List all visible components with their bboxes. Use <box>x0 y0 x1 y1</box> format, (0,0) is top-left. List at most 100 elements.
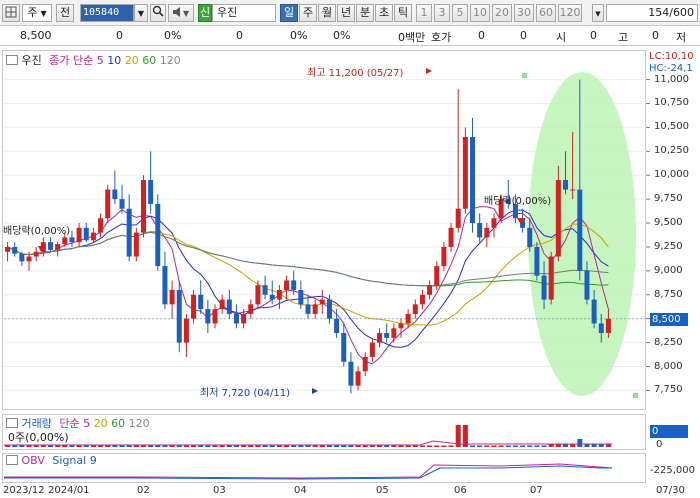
volume-bar <box>205 445 211 447</box>
page-count-field[interactable]: 154/600 <box>606 4 698 22</box>
chart-type-select[interactable]: 주 ▼ <box>22 4 52 22</box>
volume-bar <box>162 445 168 447</box>
candle-body <box>90 232 96 241</box>
candlestick-chart[interactable] <box>0 48 700 412</box>
x-tick-label: 2024/01 <box>48 485 90 496</box>
interval-button[interactable]: 60 <box>536 4 556 22</box>
page-count: 154 <box>648 6 670 19</box>
volume-bar <box>505 445 511 447</box>
obv-chart[interactable] <box>0 452 700 484</box>
quote-value: 0 <box>478 29 485 42</box>
candle-body <box>155 203 161 267</box>
period-tick-button[interactable]: 틱 <box>394 4 412 22</box>
page-total: /600 <box>669 6 694 19</box>
volume-bar <box>305 445 311 447</box>
candle-body <box>484 227 490 238</box>
volume-bar <box>169 445 175 447</box>
interval-button[interactable]: 1 <box>416 4 432 22</box>
volume-pane[interactable]: 거래량 단순 5 20 60 120 0주(0,00%) 0 0 <box>0 413 700 451</box>
interval-button[interactable]: 10 <box>470 4 490 22</box>
candle-body <box>219 299 225 310</box>
candle-body <box>362 356 368 372</box>
credit-badge: 신 <box>198 4 212 22</box>
volume-bar <box>427 445 433 447</box>
volume-bar <box>62 445 68 447</box>
period-year-button[interactable]: 년 <box>337 4 355 22</box>
candle-body <box>148 180 154 204</box>
quote-info-bar: 8,500 0 0% 0 0% 0% 0백만 호가 0 0 시 0 고 0 저 <box>0 26 700 46</box>
candle-body <box>419 294 425 305</box>
period-week-button[interactable]: 주 <box>299 4 317 22</box>
interval-button[interactable]: 5 <box>452 4 468 22</box>
candle-body <box>19 253 25 262</box>
dividend-label: 배당락(0,00%) <box>3 226 71 237</box>
price-change: 0 <box>116 29 123 42</box>
search-icon[interactable] <box>150 4 166 22</box>
grid-icon[interactable] <box>2 4 20 22</box>
volume-bar <box>126 445 132 447</box>
period-month-button[interactable]: 월 <box>318 4 336 22</box>
candle-body <box>162 266 168 305</box>
code-dropdown-button[interactable]: ▼ <box>134 4 148 22</box>
candle-body <box>412 304 418 314</box>
volume-bar <box>284 445 290 447</box>
volume-bar <box>405 445 411 447</box>
volume-bar <box>5 445 11 447</box>
arrow-right-icon <box>426 68 432 74</box>
candle-body <box>269 294 275 300</box>
volume-bar <box>298 445 304 447</box>
candle-body <box>198 294 204 310</box>
candle-body <box>83 227 89 241</box>
candle-body <box>334 318 340 334</box>
chart-type-label: 주 <box>27 6 38 19</box>
chevron-down-icon: ▼ <box>40 9 47 18</box>
high-annotation: 최고 11,200 (05/27) <box>307 68 404 79</box>
candle-body <box>248 304 254 314</box>
price-pane[interactable]: 우진 종가 단순 5 10 20 60 120 LC:10,10 HC:-24,… <box>0 48 700 412</box>
volume-bar <box>183 445 189 447</box>
interval-button[interactable]: 30 <box>514 4 534 22</box>
volume-bar <box>498 445 504 447</box>
prev-button[interactable]: 전 <box>56 4 74 22</box>
interval-button[interactable]: 120 <box>558 4 582 22</box>
candle-body <box>326 299 332 319</box>
period-week-label: 주 <box>302 6 314 19</box>
volume-chart[interactable] <box>0 413 700 451</box>
y-tick-label: 10,750 <box>654 97 689 109</box>
volume-bar <box>248 445 254 447</box>
y-tick-label: 10,500 <box>654 121 689 133</box>
candle-body <box>133 232 139 257</box>
y-tick-label: 9,750 <box>654 193 683 205</box>
volume-bar <box>262 445 268 447</box>
y-tick-label: 9,500 <box>654 217 683 229</box>
candle-body <box>570 189 576 191</box>
volume-bar <box>226 445 232 447</box>
marker-square <box>633 393 638 398</box>
candle-body <box>548 256 554 300</box>
interval-button[interactable]: 3 <box>434 4 450 22</box>
period-minute-button[interactable]: 분 <box>356 4 374 22</box>
interval-label: 10 <box>473 6 487 19</box>
volume-bar <box>384 445 390 447</box>
x-tick-label: 05 <box>376 485 389 496</box>
candle-body <box>398 323 404 329</box>
trading-amount: 0백만 <box>398 31 426 44</box>
interval-button[interactable]: 20 <box>492 4 512 22</box>
candle-body <box>276 290 282 300</box>
candle-body <box>284 280 290 290</box>
sound-icon[interactable]: ▼ <box>168 4 194 22</box>
candle-body <box>47 242 53 250</box>
volume-bar <box>269 445 275 447</box>
candle-body <box>212 309 218 324</box>
candle-body <box>119 199 125 209</box>
spin-button[interactable]: ▼ <box>592 4 604 22</box>
period-day-button[interactable]: 일 <box>280 4 298 22</box>
volume-bar <box>484 445 490 447</box>
x-tick-label: 07/30 <box>656 485 685 496</box>
volume-bar <box>198 445 204 447</box>
period-second-button[interactable]: 초 <box>375 4 393 22</box>
candle-body <box>105 189 111 219</box>
candle-body <box>312 304 318 314</box>
obv-pane[interactable]: OBV Signal 9 -225,000 <box>0 452 700 484</box>
stock-code-input[interactable]: 105840 <box>80 4 134 22</box>
